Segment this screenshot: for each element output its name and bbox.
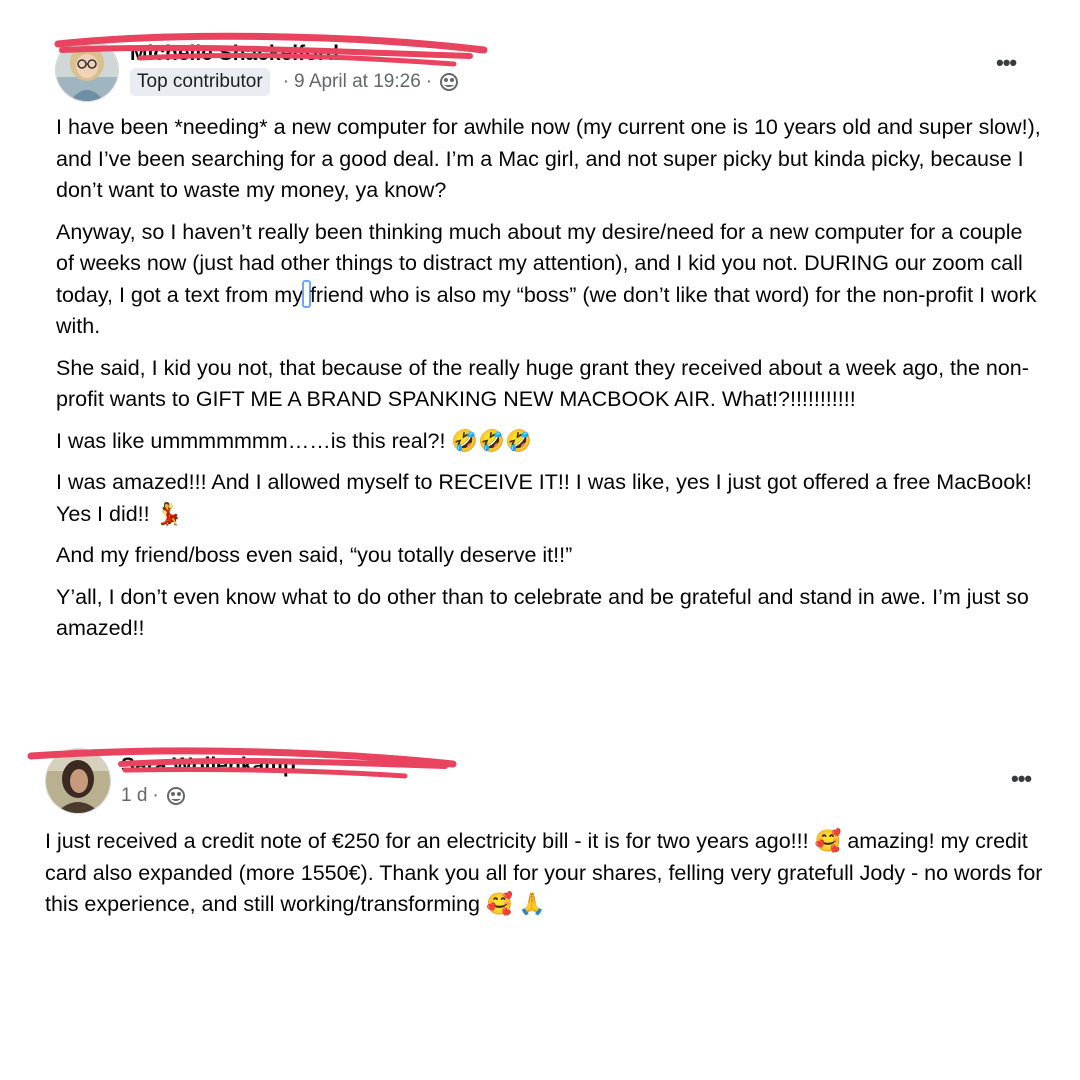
post-paragraph: Anyway, so I haven’t really been thinkin… — [56, 217, 1046, 343]
post-paragraph: I just received a credit note of €250 fo… — [45, 829, 1043, 916]
more-options-button[interactable]: ••• — [996, 50, 1017, 76]
meta-separator: · — [425, 71, 433, 92]
more-options-button[interactable]: ••• — [1011, 766, 1032, 792]
author-name[interactable]: Michelle Shackelford — [130, 42, 339, 66]
post-paragraph: She said, I kid you not, that because of… — [56, 355, 1029, 412]
globe-icon — [440, 73, 459, 91]
meta-separator: · — [152, 785, 159, 806]
post-meta: Top contributor · 9 April at 19:26 · — [130, 68, 459, 96]
meta-separator: · — [282, 71, 290, 92]
post-body: I have been *needing* a new computer for… — [56, 112, 1046, 655]
post-paragraph: And my friend/boss even said, “you total… — [56, 543, 573, 567]
post-card: Michelle Shackelford Top contributor · 9… — [0, 28, 1080, 708]
post-timestamp[interactable]: 1 d — [121, 785, 147, 807]
post-paragraph: I was amazed!!! And I allowed myself to … — [56, 470, 1032, 526]
author-avatar[interactable] — [55, 38, 119, 102]
post-paragraph: Y’all, I don’t even know what to do othe… — [56, 584, 1029, 641]
post-paragraph: I was like ummmmmmm……is this real?! 🤣🤣🤣 — [56, 428, 532, 453]
post-card: Sara Wollenkamp 1 d · ••• I just receive… — [0, 742, 1080, 992]
avatar-photo — [56, 39, 118, 101]
author-avatar[interactable] — [45, 748, 111, 814]
author-name[interactable]: Sara Wollenkamp — [121, 754, 296, 778]
post-body: I just received a credit note of €250 fo… — [45, 826, 1055, 931]
globe-icon — [166, 787, 185, 805]
avatar-photo — [46, 749, 110, 813]
post-timestamp[interactable]: 9 April at 19:26 — [294, 71, 421, 93]
post-meta: 1 d · — [121, 785, 186, 807]
top-contributor-badge[interactable]: Top contributor — [130, 68, 270, 96]
post-paragraph: I have been *needing* a new computer for… — [56, 115, 1041, 202]
